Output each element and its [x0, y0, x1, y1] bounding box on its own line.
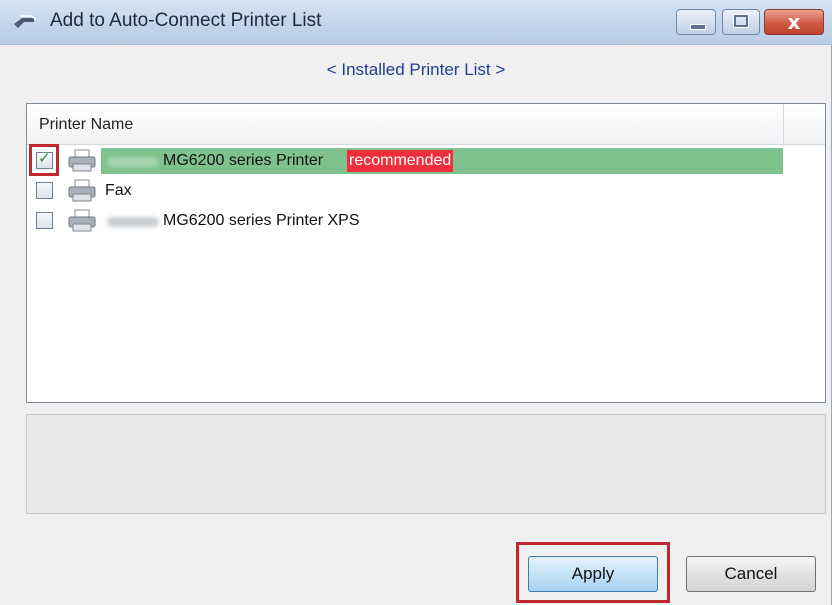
cancel-button[interactable]: Cancel — [686, 556, 816, 592]
maximize-button[interactable] — [722, 9, 760, 35]
printer-icon — [68, 209, 96, 232]
printer-name: MG6200 series Printer XPS — [163, 212, 360, 229]
close-icon: x — [787, 10, 801, 34]
apply-button[interactable]: Apply — [528, 556, 658, 592]
list-item[interactable]: MG6200 series Printer XPS — [27, 208, 825, 238]
app-icon — [14, 15, 37, 28]
column-header[interactable]: Printer Name — [27, 104, 825, 145]
dialog-window: Add to Auto-Connect Printer List x < Ins… — [0, 0, 832, 605]
minimize-icon — [690, 24, 706, 30]
printer-icon — [68, 149, 96, 172]
brand-name-redacted — [107, 157, 159, 167]
recommended-badge: recommended — [347, 150, 454, 172]
title-bar[interactable]: Add to Auto-Connect Printer List x — [0, 0, 832, 45]
window-title: Add to Auto-Connect Printer List — [50, 10, 322, 31]
printer-name: Fax — [105, 182, 132, 199]
description-panel — [26, 414, 826, 514]
minimize-button[interactable] — [676, 9, 716, 35]
printer-list[interactable]: Printer Name ✓ MG6200 series Printer rec… — [26, 103, 826, 403]
printer-name: MG6200 series Printer — [163, 152, 324, 169]
checkbox-callout — [29, 144, 59, 176]
printer-checkbox[interactable] — [36, 212, 53, 229]
section-subtitle: < Installed Printer List > — [326, 60, 506, 79]
maximize-icon — [734, 15, 748, 27]
brand-name-redacted — [107, 217, 159, 227]
list-item[interactable]: ✓ MG6200 series Printer recommended — [27, 144, 825, 178]
close-button[interactable]: x — [764, 9, 824, 35]
column-divider — [783, 104, 784, 144]
printer-checkbox[interactable] — [36, 182, 53, 199]
column-header-label: Printer Name — [39, 116, 134, 133]
list-item[interactable]: Fax — [27, 178, 825, 208]
fax-icon — [68, 179, 96, 202]
